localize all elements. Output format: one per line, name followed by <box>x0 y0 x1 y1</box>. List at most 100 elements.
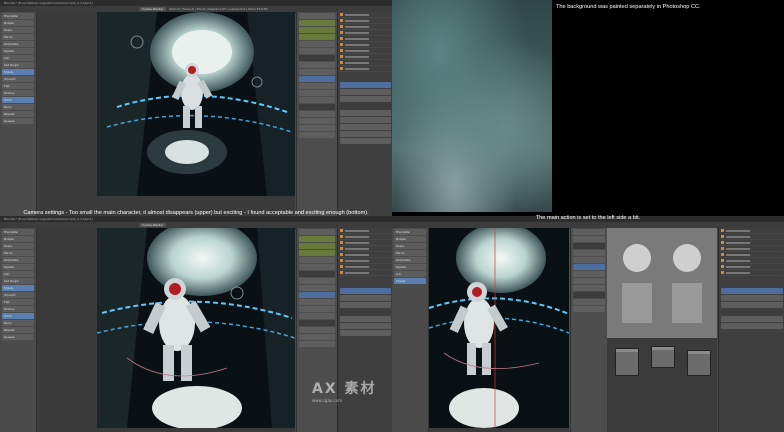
tool-duplicate[interactable]: Duplicate <box>2 257 34 263</box>
prop-field[interactable] <box>340 103 391 109</box>
tool-mirror[interactable]: Mirror <box>2 250 34 256</box>
prop-field[interactable] <box>340 110 391 116</box>
prop-field[interactable] <box>340 82 391 88</box>
outliner-item[interactable] <box>340 235 391 240</box>
prop-field[interactable] <box>299 27 335 33</box>
tool-join[interactable]: Join <box>2 55 34 61</box>
prop-field[interactable] <box>299 292 335 298</box>
outliner-item[interactable] <box>721 259 783 264</box>
outliner-item[interactable] <box>340 271 391 276</box>
tool-rotate[interactable]: Rotate <box>2 236 34 242</box>
outliner-item[interactable] <box>721 241 783 246</box>
outliner-item[interactable] <box>340 61 391 66</box>
prop-field[interactable] <box>299 299 335 305</box>
tool-mirror[interactable]: Mirror <box>394 250 426 256</box>
prop-field[interactable] <box>299 90 335 96</box>
tool-undo[interactable]: Undo <box>2 313 34 319</box>
outliner-item[interactable] <box>340 49 391 54</box>
prop-field[interactable] <box>299 20 335 26</box>
prop-field[interactable] <box>340 323 391 329</box>
prop-field[interactable] <box>721 323 783 329</box>
3d-viewport[interactable] <box>37 228 295 432</box>
prop-field[interactable] <box>299 76 335 82</box>
tool-rotate[interactable]: Rotate <box>394 236 426 242</box>
prop-field[interactable] <box>573 285 605 291</box>
outliner-item[interactable] <box>721 253 783 258</box>
prop-field[interactable] <box>299 111 335 117</box>
prop-field[interactable] <box>573 257 605 263</box>
outliner-item[interactable] <box>340 229 391 234</box>
tool-shade[interactable]: Shade <box>2 69 34 75</box>
prop-field[interactable] <box>573 229 605 235</box>
outliner-item[interactable] <box>340 241 391 246</box>
tool-flat[interactable]: Flat <box>2 83 34 89</box>
prop-field[interactable] <box>299 320 335 326</box>
tool-flat[interactable]: Flat <box>2 299 34 305</box>
render-engine-select[interactable]: Cycles Render <box>139 223 167 227</box>
outliner-item[interactable] <box>340 55 391 60</box>
prop-field[interactable] <box>299 243 335 249</box>
outliner-item[interactable] <box>340 25 391 30</box>
prop-field[interactable] <box>573 250 605 256</box>
prop-field[interactable] <box>340 138 391 144</box>
tool-grease[interactable]: Grease <box>2 118 34 124</box>
prop-field[interactable] <box>340 309 391 315</box>
prop-field[interactable] <box>573 271 605 277</box>
prop-field[interactable] <box>721 302 783 308</box>
texture-node-editor[interactable] <box>607 228 717 432</box>
tool-delete[interactable]: Delete <box>2 48 34 54</box>
outliner-item[interactable] <box>340 43 391 48</box>
prop-field[interactable] <box>299 264 335 270</box>
prop-field[interactable] <box>299 271 335 277</box>
tool-translate[interactable]: Translate <box>394 229 426 235</box>
tool-join[interactable]: Join <box>2 271 34 277</box>
prop-field[interactable] <box>299 62 335 68</box>
outliner-item[interactable] <box>721 229 783 234</box>
prop-field[interactable] <box>573 292 605 298</box>
outliner-item[interactable] <box>340 265 391 270</box>
shader-node[interactable] <box>615 348 639 376</box>
prop-field[interactable] <box>299 306 335 312</box>
prop-field[interactable] <box>299 41 335 47</box>
tool-history[interactable]: History <box>2 90 34 96</box>
prop-field[interactable] <box>340 295 391 301</box>
prop-field[interactable] <box>573 236 605 242</box>
shader-node[interactable] <box>651 346 675 368</box>
prop-field[interactable] <box>340 117 391 123</box>
prop-field[interactable] <box>299 34 335 40</box>
prop-field[interactable] <box>299 55 335 61</box>
outliner-item[interactable] <box>340 37 391 42</box>
prop-field[interactable] <box>340 288 391 294</box>
prop-field[interactable] <box>299 278 335 284</box>
tool-delete[interactable]: Delete <box>394 264 426 270</box>
tool-undo[interactable]: Undo <box>2 97 34 103</box>
prop-field[interactable] <box>573 264 605 270</box>
3d-viewport[interactable] <box>37 12 295 216</box>
prop-field[interactable] <box>299 236 335 242</box>
prop-field[interactable] <box>299 334 335 340</box>
prop-field[interactable] <box>299 285 335 291</box>
tool-shade[interactable]: Shade <box>394 278 426 284</box>
prop-field[interactable] <box>340 302 391 308</box>
prop-field[interactable] <box>340 96 391 102</box>
outliner-item[interactable] <box>721 235 783 240</box>
prop-field[interactable] <box>299 13 335 19</box>
tool-join[interactable]: Join <box>394 271 426 277</box>
tool-redo[interactable]: Redo <box>2 320 34 326</box>
prop-field[interactable] <box>299 104 335 110</box>
tool-history[interactable]: History <box>2 306 34 312</box>
tool-smooth[interactable]: Smooth <box>2 76 34 82</box>
render-engine-select[interactable]: Cycles Render <box>139 7 167 11</box>
prop-field[interactable] <box>340 89 391 95</box>
prop-field[interactable] <box>721 295 783 301</box>
tool-set-origin[interactable]: Set Origin <box>2 62 34 68</box>
tool-duplicate[interactable]: Duplicate <box>2 41 34 47</box>
prop-field[interactable] <box>721 316 783 322</box>
prop-field[interactable] <box>299 327 335 333</box>
outliner-item[interactable] <box>721 265 783 270</box>
shader-node[interactable] <box>687 350 711 376</box>
tool-set-origin[interactable]: Set Origin <box>2 278 34 284</box>
tool-shade[interactable]: Shade <box>2 285 34 291</box>
prop-field[interactable] <box>721 288 783 294</box>
tool-smooth[interactable]: Smooth <box>2 292 34 298</box>
